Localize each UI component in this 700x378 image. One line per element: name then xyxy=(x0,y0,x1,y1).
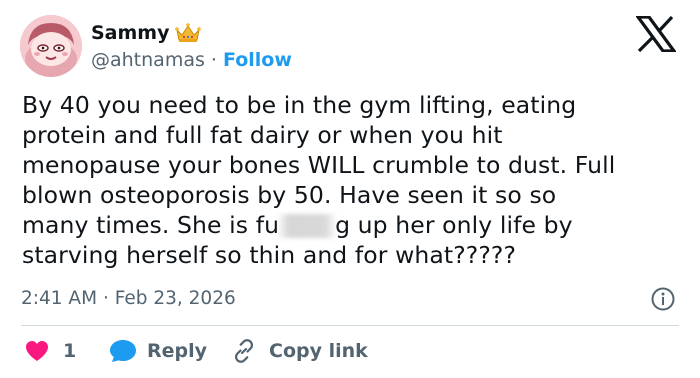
censor-blur xyxy=(277,214,338,238)
divider xyxy=(21,325,679,326)
separator-dot: · xyxy=(210,49,217,71)
tweet-card: Sammy @ahtnamas · Follow By 40 you need … xyxy=(0,0,700,378)
tweet-text-fragment: many times. She is fu xyxy=(22,211,280,239)
author-name[interactable]: Sammy xyxy=(91,21,170,45)
copy-link-label: Copy link xyxy=(269,340,368,362)
handle-line: @ahtnamas · Follow xyxy=(91,48,292,72)
tweet-line-censored: many times. She is fu g up her only life … xyxy=(22,210,687,240)
like-button[interactable]: 1 xyxy=(25,336,76,366)
heart-icon xyxy=(26,341,48,361)
reply-button[interactable]: Reply xyxy=(109,336,207,366)
link-icon xyxy=(234,339,254,363)
avatar[interactable] xyxy=(20,15,82,77)
separator-dot: · xyxy=(102,288,109,309)
tweet-time: 2:41 AM xyxy=(21,288,98,309)
info-icon[interactable] xyxy=(650,286,676,312)
tweet-body: By 40 you need to be in the gym lifting,… xyxy=(22,90,687,270)
tweet-text-fragment: g up her only life by xyxy=(335,211,573,239)
follow-button[interactable]: Follow xyxy=(223,49,292,71)
copy-link-button[interactable]: Copy link xyxy=(231,336,368,366)
tweet-line: blown osteoporosis by 50. Have seen it s… xyxy=(22,181,557,209)
reply-bubble-icon xyxy=(110,340,136,362)
reply-label: Reply xyxy=(147,340,208,362)
crown-icon xyxy=(175,23,201,42)
tweet-date: Feb 23, 2026 xyxy=(114,288,236,309)
tweet-line: By 40 you need to be in the gym lifting,… xyxy=(22,91,577,119)
tweet-line: menopause your bones WILL crumble to dus… xyxy=(22,151,616,179)
tweet-line: protein and full fat dairy or when you h… xyxy=(22,121,503,149)
tweet-line: starving herself so thin and for what???… xyxy=(22,241,517,269)
avatar-image xyxy=(20,15,82,77)
like-count: 1 xyxy=(63,340,77,362)
action-bar: 1 Reply Copy link xyxy=(0,336,700,366)
author-handle[interactable]: @ahtnamas xyxy=(91,49,205,71)
x-logo-icon[interactable] xyxy=(636,16,676,52)
timestamp[interactable]: 2:41 AM · Feb 23, 2026 xyxy=(21,287,236,311)
